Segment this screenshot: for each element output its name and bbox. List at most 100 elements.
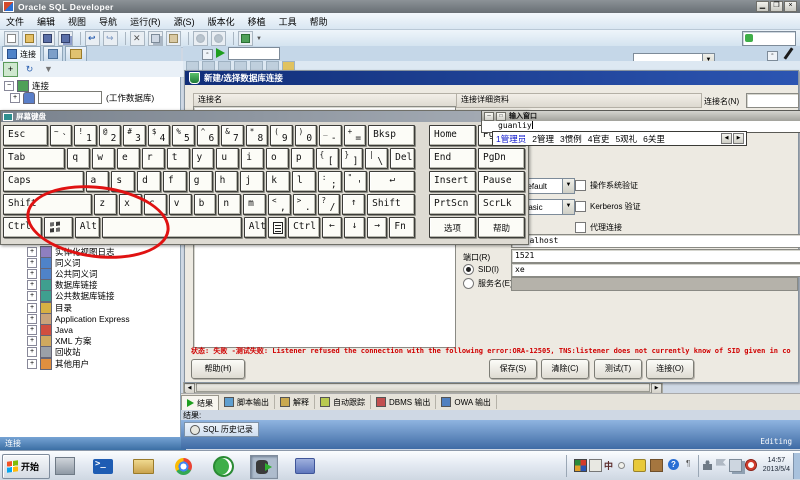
ime-candidate[interactable]: 4官吏 <box>588 133 610 145</box>
clear-button[interactable]: 清除(C) <box>541 359 589 379</box>
key--[interactable]: _- <box>319 125 341 146</box>
key-end[interactable]: End <box>429 148 476 169</box>
minimize-button[interactable]: ▁ <box>756 1 769 12</box>
key-Alt[interactable]: Alt <box>75 217 101 238</box>
taskbar-item-vm[interactable] <box>52 455 78 477</box>
ime-candidate[interactable]: 6关里 <box>643 133 665 145</box>
key-e[interactable]: e <box>117 148 140 169</box>
key-b[interactable]: b <box>194 194 217 215</box>
key-a[interactable]: a <box>86 171 110 192</box>
key-prtscn[interactable]: PrtScn <box>429 194 476 215</box>
menu-item[interactable]: 导航 <box>99 15 117 28</box>
connection-rename-input[interactable] <box>38 91 102 104</box>
key-,[interactable]: <, <box>268 194 291 215</box>
expand-icon[interactable]: + <box>27 347 37 357</box>
tray-flag-icon[interactable] <box>716 459 726 470</box>
key-d[interactable]: d <box>137 171 161 192</box>
tree-node-connection[interactable]: + (工作数据库) <box>10 92 154 103</box>
key-=[interactable]: += <box>344 125 366 146</box>
key-space[interactable] <box>102 217 241 238</box>
key-h[interactable]: h <box>215 171 239 192</box>
key-windows[interactable] <box>44 217 73 238</box>
tree-item[interactable]: +实体化视图日志 <box>27 246 115 257</box>
worksheet-tab[interactable] <box>228 47 280 60</box>
key-home[interactable]: Home <box>429 125 476 146</box>
key-选项[interactable]: 选项 <box>429 217 476 238</box>
key-Ctrl[interactable]: Ctrl <box>288 217 319 238</box>
key-arrow-up[interactable]: ↑ <box>342 194 365 215</box>
menu-item[interactable]: 编辑 <box>37 15 55 28</box>
tree-item[interactable]: +数据库链接 <box>27 280 98 291</box>
output-tab-1[interactable]: 结果 <box>181 395 219 410</box>
taskbar-item-browser360[interactable] <box>210 455 236 477</box>
back-icon[interactable] <box>193 31 208 46</box>
open-icon[interactable] <box>22 31 37 46</box>
port-input[interactable]: 1521 <box>511 249 800 263</box>
minimize-panel-icon[interactable]: ▫ <box>202 49 213 60</box>
key-o[interactable]: o <box>266 148 289 169</box>
copy-icon[interactable] <box>148 31 163 46</box>
column-header-details[interactable]: 连接详细资料 <box>456 93 702 108</box>
output-tab-3[interactable]: 解释 <box>275 395 315 409</box>
key-;[interactable]: :; <box>318 171 342 192</box>
new-connection-icon[interactable]: + <box>3 62 18 77</box>
key-l[interactable]: l <box>292 171 316 192</box>
key-2[interactable]: @2 <box>99 125 121 146</box>
expand-icon[interactable]: + <box>27 247 37 257</box>
key-menu[interactable] <box>268 217 286 238</box>
tab-files[interactable] <box>65 46 87 61</box>
key-g[interactable]: g <box>189 171 213 192</box>
menu-item[interactable]: 帮助 <box>310 15 328 28</box>
tree-item[interactable]: +Java <box>27 324 73 335</box>
toolbox-icon[interactable] <box>650 459 663 472</box>
key-Shift[interactable]: Shift <box>3 194 92 215</box>
key-j[interactable]: j <box>240 171 264 192</box>
key-v[interactable]: v <box>169 194 192 215</box>
paragraph-tray-icon[interactable]: ¶ <box>686 459 690 470</box>
output-tab-4[interactable]: 自动跟踪 <box>315 395 371 409</box>
key-3[interactable]: #3 <box>123 125 145 146</box>
expand-icon[interactable]: + <box>10 93 20 103</box>
save-button[interactable]: 保存(S) <box>489 359 537 379</box>
key-Caps[interactable]: Caps <box>3 171 84 192</box>
key-[[interactable]: {[ <box>316 148 339 169</box>
key-k[interactable]: k <box>266 171 290 192</box>
show-desktop-button[interactable] <box>793 453 800 479</box>
key-6[interactable]: ^6 <box>197 125 219 146</box>
key-n[interactable]: n <box>218 194 241 215</box>
cut-icon[interactable]: ✕ <box>130 31 145 46</box>
key-4[interactable]: $4 <box>148 125 170 146</box>
ime-candidate[interactable]: 2管理 <box>532 133 554 145</box>
key-z[interactable]: z <box>94 194 117 215</box>
taskbar-item-sqldeveloper[interactable] <box>250 455 278 479</box>
key-arrow-right[interactable]: → <box>367 217 388 238</box>
keyboard-titlebar[interactable]: 屏幕键盘 <box>1 111 528 122</box>
output-tab-5[interactable]: DBMS 输出 <box>371 395 436 409</box>
key-m[interactable]: m <box>243 194 266 215</box>
key-Esc[interactable]: Esc <box>3 125 48 146</box>
new-file-icon[interactable] <box>4 31 19 46</box>
tree-item[interactable]: +Application Express <box>27 313 130 324</box>
collapse-icon[interactable]: − <box>4 81 14 91</box>
tree-item[interactable]: +XML 方案 <box>27 336 92 347</box>
sid-input[interactable]: xe <box>511 263 800 277</box>
tree-item[interactable]: +公共同义词 <box>27 268 98 279</box>
key-帮助[interactable]: 帮助 <box>478 217 525 238</box>
tree-root-connections[interactable]: − 连接 <box>4 80 49 91</box>
taskbar-clock[interactable]: 14:57 2013/5/4 <box>763 456 790 474</box>
scrollbar-thumb[interactable] <box>196 383 650 392</box>
key-9[interactable]: (9 <box>270 125 292 146</box>
tray-status-icon[interactable] <box>745 459 757 471</box>
key-`[interactable]: ~` <box>50 125 72 146</box>
key-5[interactable]: %5 <box>172 125 194 146</box>
expand-icon[interactable]: + <box>27 314 37 324</box>
restore-button[interactable]: ❐ <box>770 1 783 12</box>
ime-restore-icon[interactable]: □ <box>496 112 506 121</box>
key-t[interactable]: t <box>167 148 190 169</box>
kerberos-checkbox[interactable] <box>575 201 586 212</box>
proxy-checkbox[interactable] <box>575 222 586 233</box>
expand-icon[interactable]: + <box>27 359 37 369</box>
toolbar-search-box[interactable] <box>742 31 796 46</box>
key-.[interactable]: >. <box>293 194 316 215</box>
tree-item[interactable]: +目录 <box>27 302 72 313</box>
